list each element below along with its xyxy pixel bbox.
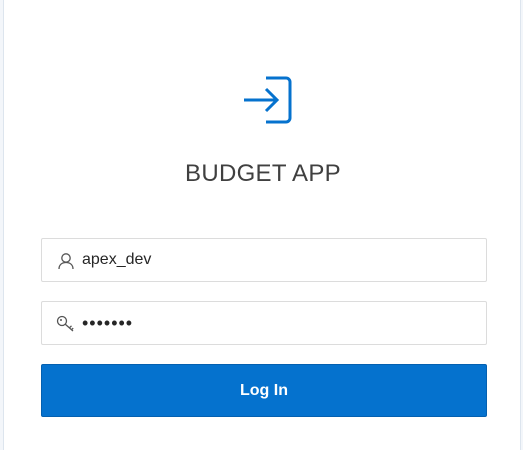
username-input[interactable] — [82, 239, 482, 281]
login-card: BUDGET APP Log In — [3, 0, 521, 450]
login-button[interactable]: Log In — [41, 364, 487, 417]
sign-in-icon — [244, 76, 292, 124]
password-field[interactable] — [41, 301, 487, 345]
key-icon — [56, 315, 74, 332]
username-field[interactable] — [41, 238, 487, 282]
app-title: BUDGET APP — [185, 160, 341, 187]
password-input[interactable] — [82, 302, 482, 344]
user-icon — [58, 253, 74, 270]
